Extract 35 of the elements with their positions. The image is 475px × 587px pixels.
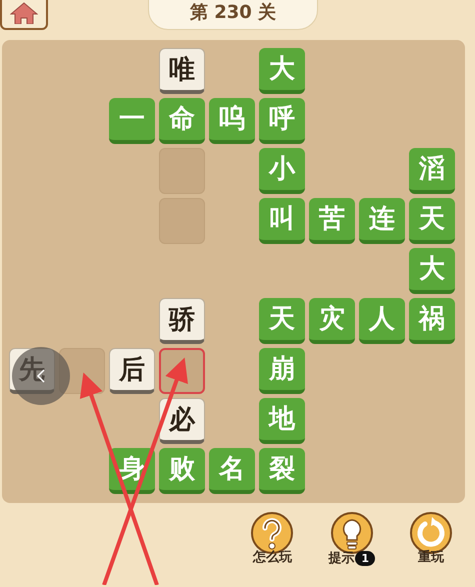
letter-tile[interactable]: 人 [359,298,405,344]
letter-tile[interactable]: 败 [159,448,205,494]
letter-tile[interactable]: 呜 [209,98,255,144]
letter-tile[interactable]: 一 [109,98,155,144]
restart-button[interactable]: 重玩 [409,511,453,566]
letter-tile[interactable]: 唯 [159,48,205,94]
letter-tile[interactable]: 呼 [259,98,305,144]
letter-tile[interactable]: 天 [409,198,455,244]
letter-tile[interactable]: 苦 [309,198,355,244]
house-icon [10,2,38,24]
home-button[interactable] [0,0,48,30]
letter-tile[interactable]: 骄 [159,298,205,344]
letter-tile[interactable]: 祸 [409,298,455,344]
level-title: 第 230 关 [148,0,318,30]
letter-tile[interactable]: 叫 [259,198,305,244]
letter-tile[interactable]: 名 [209,448,255,494]
letter-tile[interactable]: 地 [259,398,305,444]
letter-tile[interactable]: 滔 [409,148,455,194]
letter-tile[interactable]: 后 [109,348,155,394]
count-badge: 1 [355,551,375,566]
letter-tile[interactable]: 裂 [259,448,305,494]
button-label: 提示 [328,552,354,565]
letter-tile[interactable]: 大 [409,248,455,294]
letter-tile[interactable]: 命 [159,98,205,144]
help-button[interactable]: 怎么玩 [250,511,294,566]
letter-tile[interactable]: 崩 [259,348,305,394]
button-label: 重玩 [418,551,444,564]
letter-tile[interactable]: 小 [259,148,305,194]
button-label: 怎么玩 [252,551,292,564]
letter-tile[interactable]: 灾 [309,298,355,344]
letter-tile[interactable]: 大 [259,48,305,94]
hint-button[interactable]: 提示 1 [328,511,375,566]
letter-tile[interactable]: 天 [259,298,305,344]
letter-tile[interactable]: 必 [159,398,205,444]
letter-tile[interactable]: 连 [359,198,405,244]
